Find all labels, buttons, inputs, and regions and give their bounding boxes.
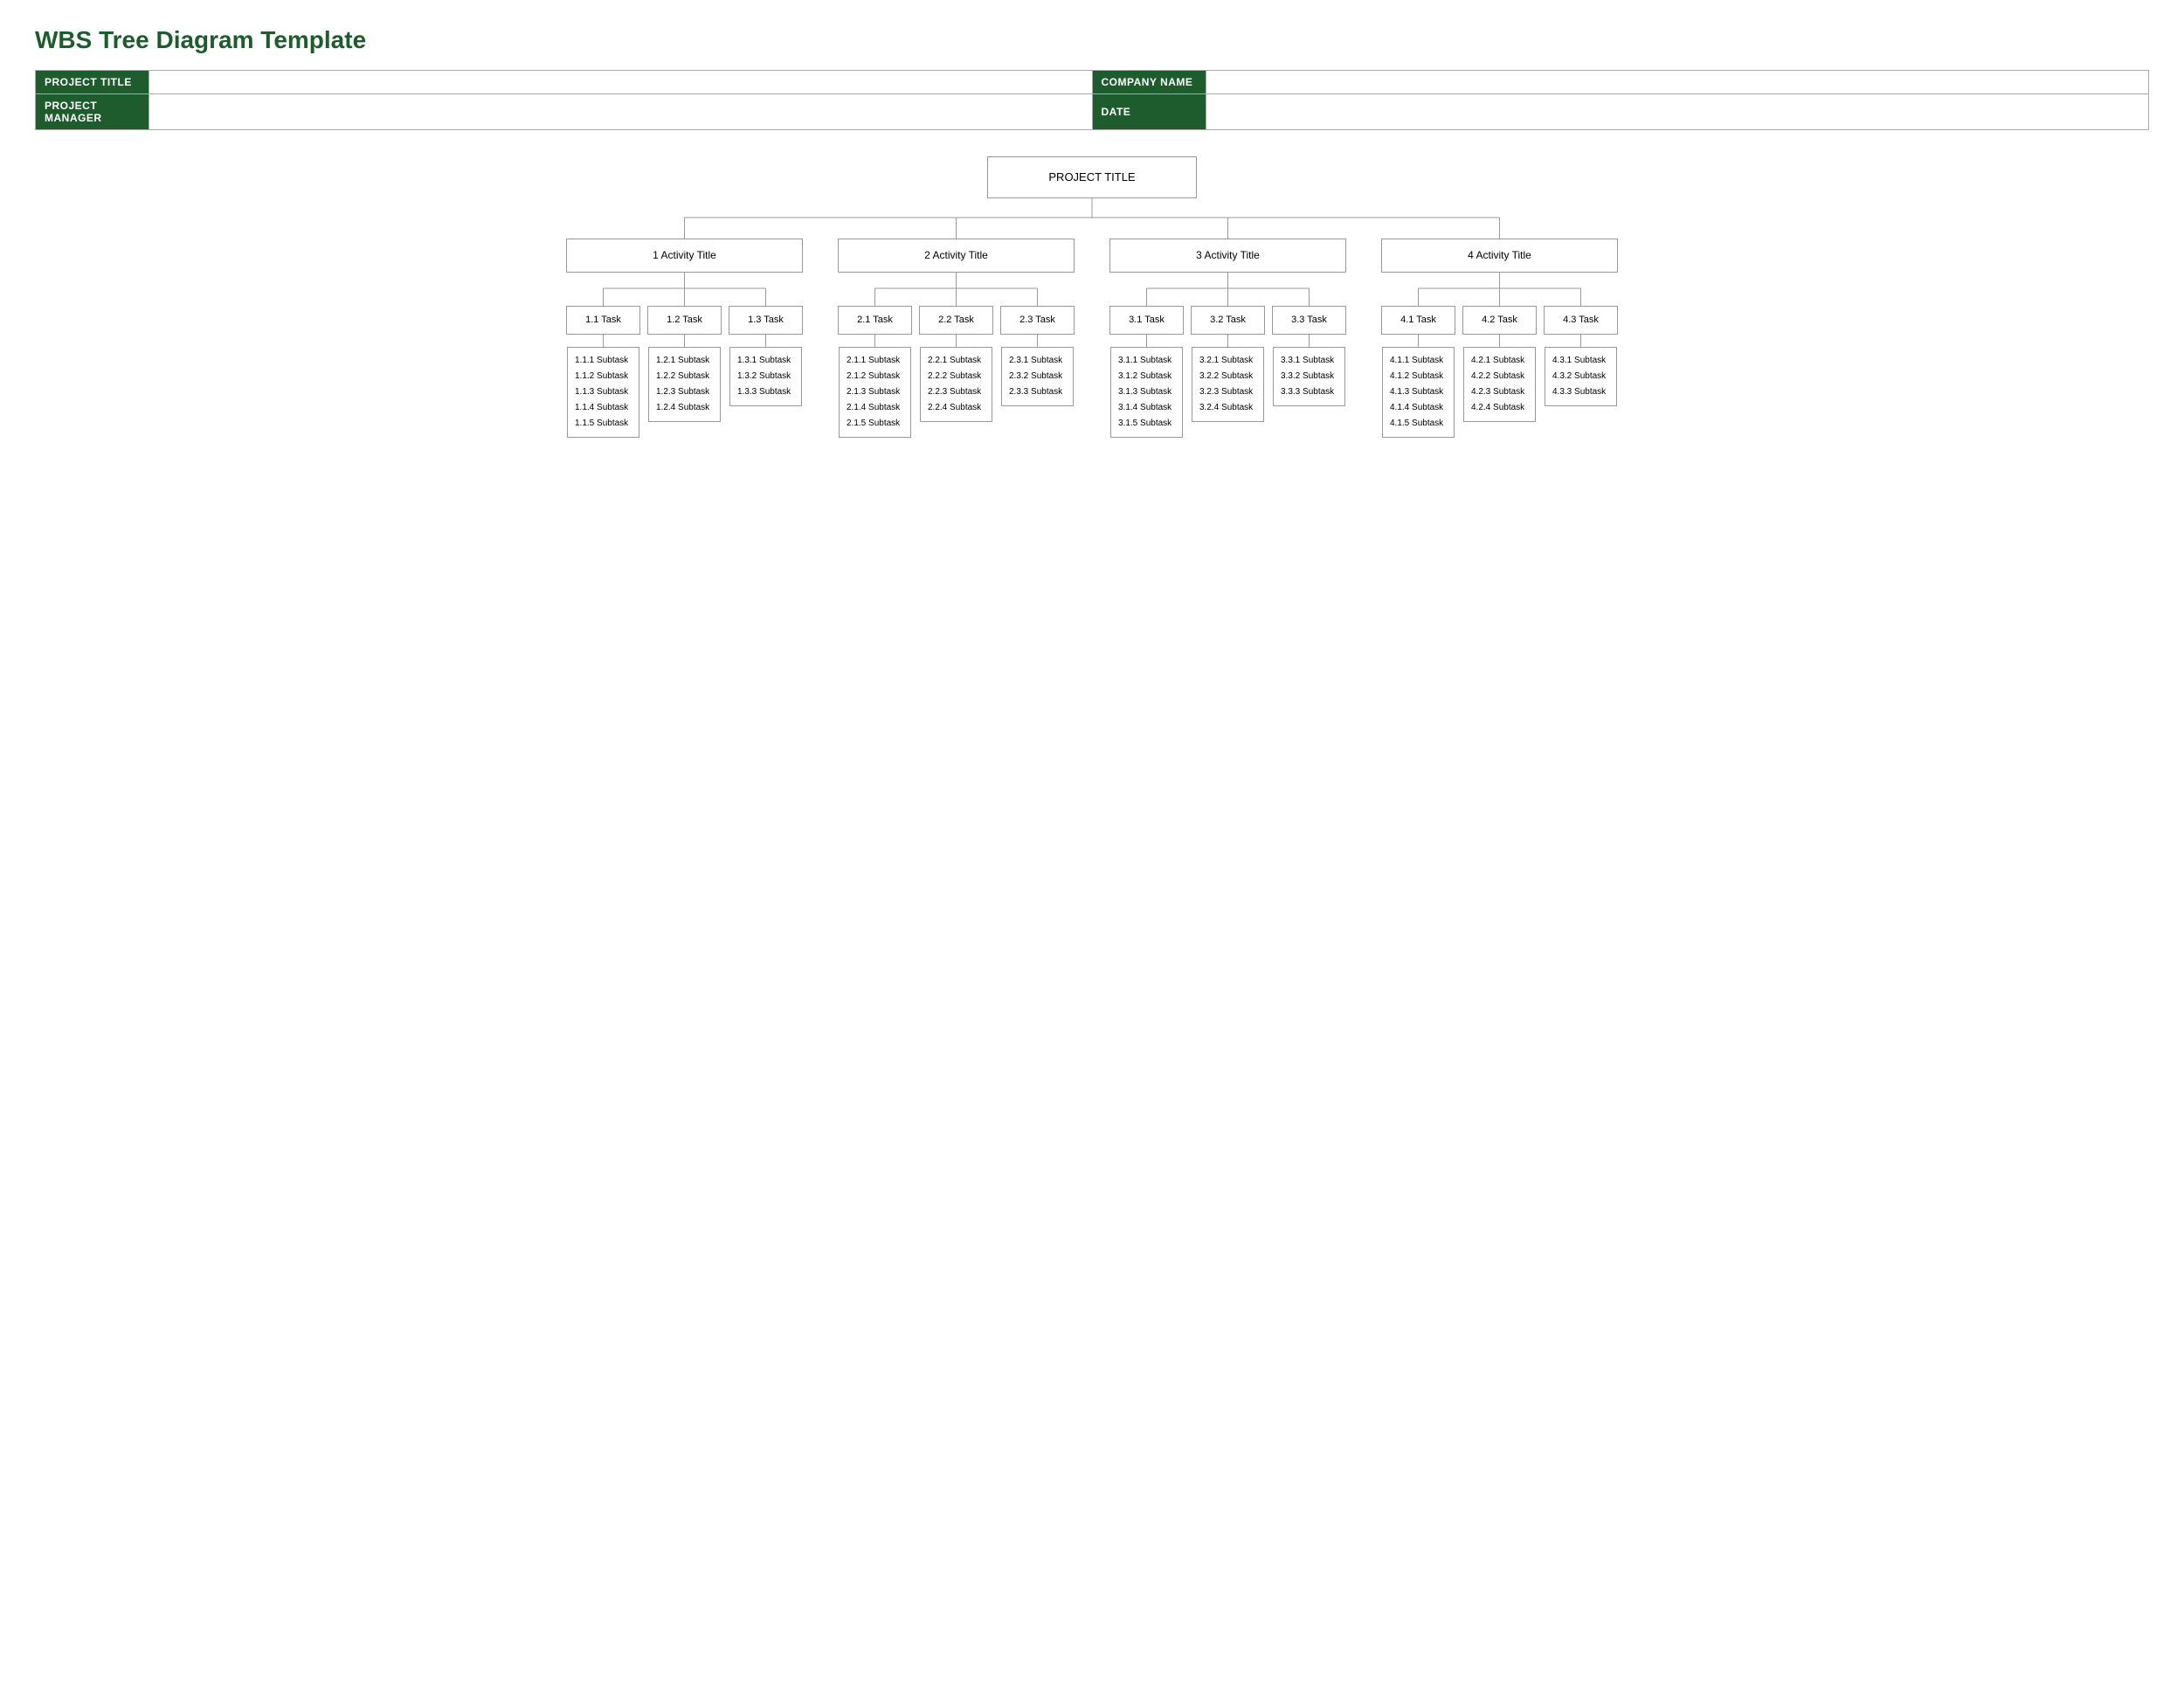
header-table: PROJECT TITLE COMPANY NAME PROJECT MANAG… [35,70,2149,130]
subtask-box: 1.1.1 Subtask1.1.2 Subtask1.1.3 Subtask1… [567,347,639,438]
task-col-1.2: 1.2 Task 1.2.1 Subtask1.2.2 Subtask1.2.3 … [647,306,722,422]
project-manager-value[interactable] [149,94,1093,130]
task-col-4.2: 4.2 Task 4.2.1 Subtask4.2.2 Subtask4.2.3 … [1462,306,1537,422]
task-col-1.1: 1.1 Task 1.1.1 Subtask1.1.2 Subtask1.1.3 … [566,306,640,438]
node-box: 3 Activity Title [1109,239,1346,273]
node-box: 2 Activity Title [838,239,1075,273]
wbs-diagram: PROJECT TITLE1 Activity Title1.1 Task1.1… [35,156,2149,438]
task-col-3.1: 3.1 Task 3.1.1 Subtask3.1.2 Subtask3.1.3 … [1109,306,1184,438]
subtask-box: 4.3.1 Subtask4.3.2 Subtask4.3.3 Subtask [1545,347,1617,406]
node-box: 3.2 Task [1191,306,1265,335]
page-title: WBS Tree Diagram Template [35,26,2149,54]
subtask-box: 3.3.1 Subtask3.3.2 Subtask3.3.3 Subtask [1273,347,1345,406]
activity-col-2: 2 Activity Title 2.1 Task 2.1.1 Subtask2.1… [838,239,1075,438]
node-box: 1.2 Task [647,306,722,335]
node-box: 2.1 Task [838,306,912,335]
node-box: 2.3 Task [1000,306,1075,335]
project-manager-label: PROJECT MANAGER [36,94,149,130]
node-box: 4.3 Task [1544,306,1618,335]
task-col-2.2: 2.2 Task 2.2.1 Subtask2.2.2 Subtask2.2.3 … [919,306,993,422]
node-box: 1.3 Task [729,306,803,335]
subtask-box: 2.2.1 Subtask2.2.2 Subtask2.2.3 Subtask2… [920,347,992,422]
subtask-box: 2.1.1 Subtask2.1.2 Subtask2.1.3 Subtask2… [839,347,911,438]
date-label: DATE [1092,94,1206,130]
activity-col-3: 3 Activity Title 3.1 Task 3.1.1 Subtask3.1… [1109,239,1346,438]
task-col-4.1: 4.1 Task 4.1.1 Subtask4.1.2 Subtask4.1.3 … [1381,306,1455,438]
node-box: 4.1 Task [1381,306,1455,335]
company-name-value[interactable] [1206,71,2149,94]
subtask-box: 1.2.1 Subtask1.2.2 Subtask1.2.3 Subtask1… [648,347,721,422]
node-box: 4 Activity Title [1381,239,1618,273]
node-box: 1 Activity Title [566,239,803,273]
node-box: 1.1 Task [566,306,640,335]
node-box: 4.2 Task [1462,306,1537,335]
activity-col-4: 4 Activity Title 4.1 Task 4.1.1 Subtask4.1… [1381,239,1618,438]
task-col-3.3: 3.3 Task 3.3.1 Subtask3.3.2 Subtask3.3.3 … [1272,306,1346,406]
subtask-box: 4.2.1 Subtask4.2.2 Subtask4.2.3 Subtask4… [1463,347,1536,422]
company-name-label: COMPANY NAME [1092,71,1206,94]
project-title-value[interactable] [149,71,1093,94]
task-col-2.3: 2.3 Task 2.3.1 Subtask2.3.2 Subtask2.3.3 … [1000,306,1075,406]
root-node: PROJECT TITLE [987,156,1197,198]
node-box: 3.1 Task [1109,306,1184,335]
node-box: 2.2 Task [919,306,993,335]
project-title-label: PROJECT TITLE [36,71,149,94]
task-col-4.3: 4.3 Task 4.3.1 Subtask4.3.2 Subtask4.3.3 … [1544,306,1618,406]
subtask-box: 3.1.1 Subtask3.1.2 Subtask3.1.3 Subtask3… [1110,347,1183,438]
subtask-box: 2.3.1 Subtask2.3.2 Subtask2.3.3 Subtask [1001,347,1074,406]
activity-col-1: 1 Activity Title 1.1 Task 1.1.1 Subtask1.1… [566,239,803,438]
subtask-box: 3.2.1 Subtask3.2.2 Subtask3.2.3 Subtask3… [1192,347,1264,422]
task-col-2.1: 2.1 Task 2.1.1 Subtask2.1.2 Subtask2.1.3 … [838,306,912,438]
date-value[interactable] [1206,94,2149,130]
task-col-3.2: 3.2 Task 3.2.1 Subtask3.2.2 Subtask3.2.3 … [1191,306,1265,422]
subtask-box: 1.3.1 Subtask1.3.2 Subtask1.3.3 Subtask [729,347,802,406]
task-col-1.3: 1.3 Task 1.3.1 Subtask1.3.2 Subtask1.3.3 … [729,306,803,406]
node-box: 3.3 Task [1272,306,1346,335]
subtask-box: 4.1.1 Subtask4.1.2 Subtask4.1.3 Subtask4… [1382,347,1455,438]
